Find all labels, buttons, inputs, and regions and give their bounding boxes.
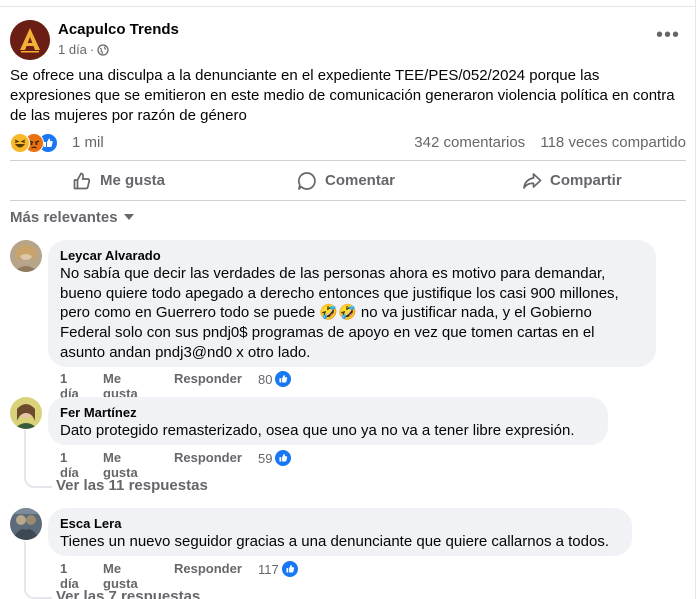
comment-text: Dato protegido remasterizado, osea que u… — [60, 421, 596, 441]
comment-text: No sabía que decir las verdades de las p… — [60, 264, 644, 363]
post-time[interactable]: 1 día — [58, 42, 87, 57]
thread-line — [24, 541, 26, 591]
page-name[interactable]: Acapulco Trends — [58, 21, 179, 38]
comment-text-line: No sabía que decir las verdades de las p… — [60, 265, 606, 282]
share-button-label: Compartir — [550, 172, 622, 189]
right-border — [695, 0, 696, 599]
comment-text-line: Dato protegido remasterizado, osea que u… — [60, 422, 575, 439]
comment-text-line: Federal solo con sus pndj0$ programas de… — [60, 324, 595, 342]
comment-like-count: 117 — [258, 561, 279, 577]
comment-sort-dropdown[interactable]: Más relevantes — [10, 207, 134, 226]
thumbs-up-icon — [73, 172, 91, 189]
facebook-post-view: Acapulco Trends 1 día · ••• Se ofrece una… — [0, 0, 700, 599]
caret-down-icon — [123, 207, 134, 224]
comment-reactions[interactable]: 80 — [258, 371, 292, 387]
commenter-avatar[interactable] — [10, 397, 42, 429]
like-icon — [275, 371, 292, 387]
comment-bubble: Fer Martínez Dato protegido remasterizad… — [48, 397, 608, 445]
comment-text-line: pero como en Guerrero todo se puede 🤣🤣 n… — [60, 304, 592, 322]
like-icon — [275, 450, 292, 466]
comment-time[interactable]: 1 día — [60, 450, 79, 480]
reply-thread-connector — [24, 585, 52, 599]
comment-button[interactable]: Comentar — [297, 161, 395, 200]
comment-bubble: Esca Lera Tienes un nuevo seguidor graci… — [48, 508, 632, 556]
globe-icon — [97, 44, 109, 59]
comment-text-line: bueno quiere todo apegado a derecho ento… — [60, 284, 619, 302]
haha-icon — [10, 133, 30, 153]
share-icon — [523, 172, 542, 189]
reactions-count[interactable]: 1 mil — [72, 134, 104, 151]
comment-reply-button[interactable]: Responder — [174, 371, 242, 386]
comment-text-line: asunto andan pndj3@nd0 x otro lado. — [60, 343, 311, 361]
view-replies-link[interactable]: Ver las 11 respuestas — [56, 477, 208, 494]
comment-reactions[interactable]: 117 — [258, 561, 298, 577]
comment-button-label: Comentar — [325, 172, 396, 189]
sort-label: Más relevantes — [10, 209, 118, 226]
comment-text: Tienes un nuevo seguidor gracias a una d… — [60, 532, 620, 552]
comment-icon — [297, 171, 316, 190]
post-text: Se ofrece una disculpa a la denunciante … — [10, 67, 675, 124]
comments-count[interactable]: 342 comentarios — [414, 134, 525, 151]
reply-thread-connector — [24, 474, 52, 488]
post-meta: 1 día · — [58, 42, 109, 59]
reactions-row: 1 mil 342 comentarios 118 veces comparti… — [10, 131, 686, 155]
commenter-avatar[interactable] — [10, 508, 42, 540]
comment-reply-button[interactable]: Responder — [174, 450, 242, 465]
share-button[interactable]: Compartir — [522, 161, 622, 200]
like-icon — [281, 561, 298, 577]
post-action-bar: Me gusta Comentar Compartir — [10, 161, 686, 200]
top-divider — [0, 6, 696, 7]
more-options-icon[interactable]: ••• — [656, 25, 680, 45]
comment-like-button[interactable]: Me gusta — [103, 450, 138, 480]
comment-like-count: 80 — [258, 371, 273, 387]
like-button[interactable]: Me gusta — [72, 161, 165, 200]
page-avatar[interactable] — [10, 20, 50, 60]
post-header: Acapulco Trends 1 día · ••• — [10, 20, 690, 62]
shares-count[interactable]: 118 veces compartido — [540, 134, 686, 151]
comment-time[interactable]: 1 día — [60, 561, 79, 591]
commenter-avatar[interactable] — [10, 240, 42, 272]
comment-reply-button[interactable]: Responder — [174, 561, 242, 576]
divider — [10, 200, 686, 201]
comment-like-count: 59 — [258, 450, 273, 466]
like-button-label: Me gusta — [100, 172, 166, 189]
comment-like-button[interactable]: Me gusta — [103, 561, 138, 591]
comment-text-line: Tienes un nuevo seguidor gracias a una d… — [60, 533, 609, 550]
comment-author[interactable]: Fer Martínez — [60, 405, 596, 421]
comment-reactions[interactable]: 59 — [258, 450, 292, 466]
comment-author[interactable]: Leycar Alvarado — [60, 248, 644, 264]
comment-author[interactable]: Esca Lera — [60, 516, 620, 532]
post-stats: 342 comentarios 118 veces compartido — [403, 134, 686, 151]
comment-bubble: Leycar Alvarado No sabía que decir las v… — [48, 240, 656, 367]
view-replies-link[interactable]: Ver las 7 respuestas — [56, 588, 200, 599]
thread-line — [24, 430, 26, 480]
